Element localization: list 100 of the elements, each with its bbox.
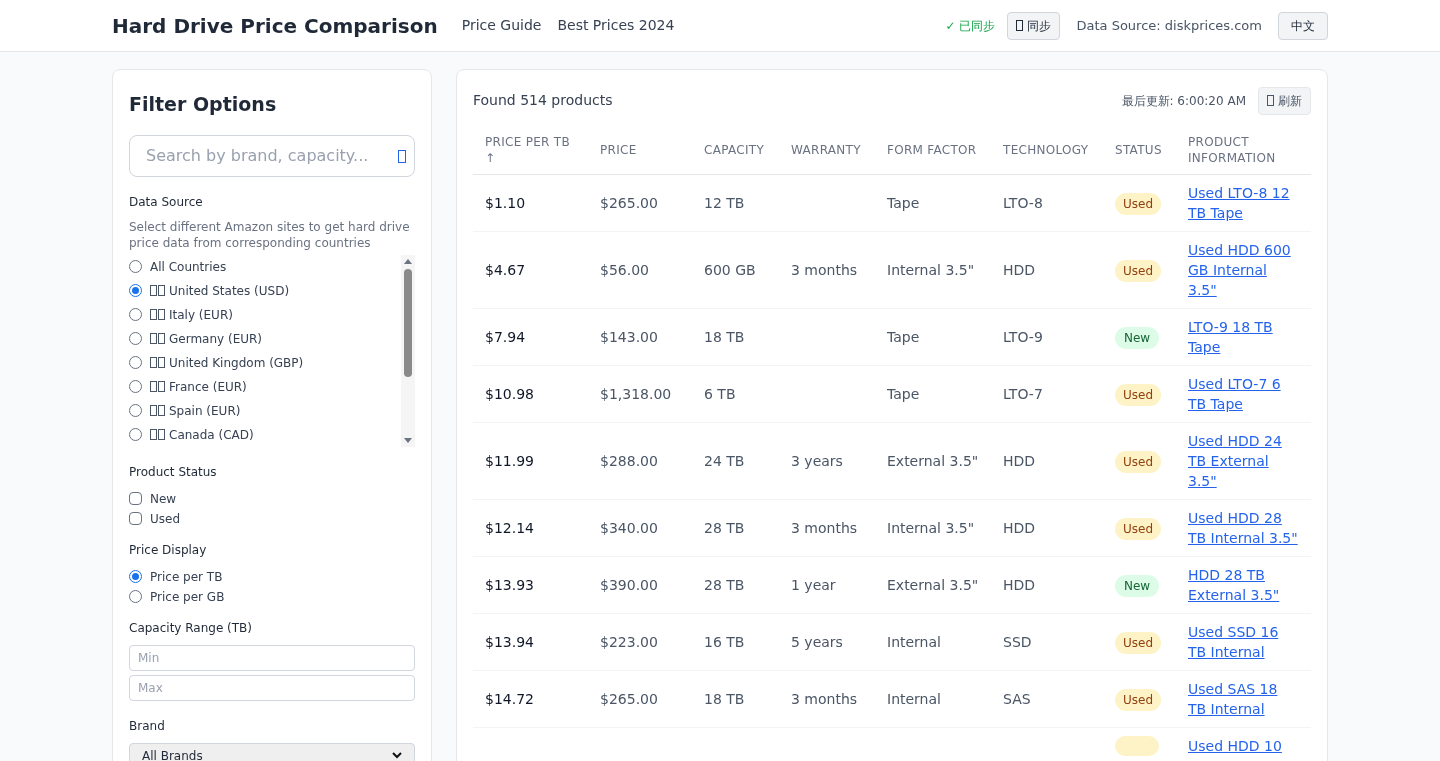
- table-cell: SAS: [1003, 690, 1031, 707]
- last-updated-text: 最后更新: 6:00:20 AM: [1121, 92, 1246, 110]
- table-cell: $1,318.00: [600, 385, 672, 402]
- scroll-up-icon[interactable]: [404, 257, 412, 264]
- radio-label: Price per TB: [150, 568, 223, 586]
- table-cell: $143.00: [600, 328, 658, 345]
- status-badge: Used: [1115, 383, 1162, 406]
- table-cell: LTO-7: [1003, 385, 1043, 402]
- status-badge: Used: [1115, 631, 1162, 654]
- checkbox-label: New: [150, 490, 177, 508]
- column-header[interactable]: PRICE PER TB ↑: [485, 133, 576, 166]
- data-source-text: Data Source: diskprices.com: [1076, 16, 1262, 35]
- table-cell: HDD: [1003, 261, 1036, 278]
- table-cell: 600 GB: [704, 261, 756, 278]
- radio-label: Spain (EUR): [150, 401, 241, 420]
- scrollbar[interactable]: [401, 254, 415, 447]
- table-cell: LTO-9: [1003, 328, 1043, 345]
- product-link[interactable]: Used SAS 18 TB Internal: [1188, 678, 1299, 719]
- table-cell: $12.14: [485, 519, 534, 536]
- status-badge: Used: [1115, 517, 1162, 540]
- status-badge: Used: [1115, 688, 1162, 711]
- table-cell: 16 TB: [704, 633, 745, 650]
- refresh-icon: [1267, 95, 1274, 106]
- table-cell: 12 TB: [704, 194, 745, 211]
- refresh-button[interactable]: 刷新: [1258, 86, 1311, 115]
- max-field[interactable]: Max: [129, 674, 415, 701]
- table-cell: 3 months: [791, 519, 858, 536]
- hint-text: Select different Amazon sites to get hard drive price data from corresponding countries: [129, 218, 411, 251]
- table-cell: Internal: [887, 690, 941, 707]
- product-link[interactable]: HDD 28 TB External 3.5": [1188, 564, 1299, 605]
- product-link[interactable]: Used HDD 28 TB Internal 3.5": [1188, 507, 1299, 548]
- product-link[interactable]: Used SSD 16 TB Internal: [1188, 621, 1299, 662]
- table-cell: 3 years: [791, 452, 843, 469]
- table-cell: 3 months: [791, 261, 858, 278]
- language-button[interactable]: 中文: [1278, 11, 1328, 40]
- table-cell: External 3.5": [887, 576, 979, 593]
- sync-button[interactable]: 同步: [1007, 11, 1061, 40]
- table-cell: $11.99: [485, 452, 534, 469]
- column-header: PRICE: [600, 141, 638, 158]
- chevron-down-icon: [392, 752, 402, 759]
- table-cell: $265.00: [600, 690, 658, 707]
- table-cell: SSD: [1003, 633, 1032, 650]
- nav-link[interactable]: Best Prices 2024: [557, 15, 675, 36]
- table-cell: Internal: [887, 633, 941, 650]
- checkbox[interactable]: [129, 492, 142, 505]
- site-title: Hard Drive Price Comparison: [112, 12, 438, 40]
- nav-link[interactable]: Price Guide: [461, 15, 542, 36]
- table-cell: 18 TB: [704, 328, 745, 345]
- field-label: Capacity Range (TB): [129, 619, 254, 637]
- field-label: Product Status: [129, 463, 218, 481]
- table-cell: LTO-8: [1003, 194, 1043, 211]
- column-header: PRODUCT INFORMATION: [1188, 133, 1277, 166]
- search-field[interactable]: Search by brand, capacity...: [129, 134, 415, 177]
- table-cell: $56.00: [600, 261, 649, 278]
- table-cell: Internal 3.5": [887, 261, 975, 278]
- table-cell: HDD: [1003, 519, 1036, 536]
- radio-label: Canada (CAD): [150, 425, 254, 444]
- result-count: Found 514 products: [473, 91, 613, 110]
- product-link[interactable]: Used LTO-8 12 TB Tape: [1188, 182, 1299, 223]
- table-cell: $7.94: [485, 328, 526, 345]
- table-cell: $14.72: [485, 690, 534, 707]
- table-cell: $340.00: [600, 519, 658, 536]
- table-cell: $1.10: [485, 194, 526, 211]
- radio-label: France (EUR): [150, 377, 247, 396]
- table-cell: Tape: [887, 385, 920, 402]
- table-cell: 1 year: [791, 576, 836, 593]
- scroll-down-icon[interactable]: [404, 437, 412, 444]
- checkbox[interactable]: [129, 512, 142, 525]
- radio-label: Germany (EUR): [150, 329, 263, 348]
- table-cell: HDD: [1003, 576, 1036, 593]
- product-link[interactable]: LTO-9 18 TB Tape: [1188, 316, 1299, 357]
- table-cell: $223.00: [600, 633, 658, 650]
- sync-icon: [1016, 20, 1024, 31]
- table-cell: Internal 3.5": [887, 519, 975, 536]
- radio-label: All Countries: [150, 258, 227, 276]
- table-cell: $4.67: [485, 261, 526, 278]
- table-cell: Tape: [887, 328, 920, 345]
- min-field[interactable]: Min: [129, 644, 415, 671]
- table-cell: $13.93: [485, 576, 534, 593]
- table-cell: $10.98: [485, 385, 534, 402]
- table-cell: 18 TB: [704, 690, 745, 707]
- product-link[interactable]: Used LTO-7 6 TB Tape: [1188, 373, 1299, 414]
- table-cell: 28 TB: [704, 519, 745, 536]
- table-cell: 24 TB: [704, 452, 745, 469]
- checkbox-label: Used: [150, 510, 181, 528]
- field-label: Brand: [129, 717, 166, 735]
- status-badge: Used: [1115, 192, 1162, 215]
- product-link[interactable]: Used HDD 10: [1188, 735, 1299, 756]
- status-badge: New: [1115, 574, 1159, 597]
- product-link[interactable]: Used HDD 24 TB External 3.5": [1188, 430, 1299, 491]
- table-cell: $390.00: [600, 576, 658, 593]
- radio-label: Price per GB: [150, 588, 225, 606]
- field-label: Price Display: [129, 541, 208, 559]
- column-header: CAPACITY: [704, 141, 766, 158]
- table-cell: $265.00: [600, 194, 658, 211]
- product-link[interactable]: Used HDD 600 GB Internal 3.5": [1188, 239, 1299, 300]
- table-cell: 5 years: [791, 633, 843, 650]
- brand-select[interactable]: All Brands: [129, 742, 415, 761]
- sync-status: ✓ 已同步: [945, 17, 996, 35]
- table-cell: 3 months: [791, 690, 858, 707]
